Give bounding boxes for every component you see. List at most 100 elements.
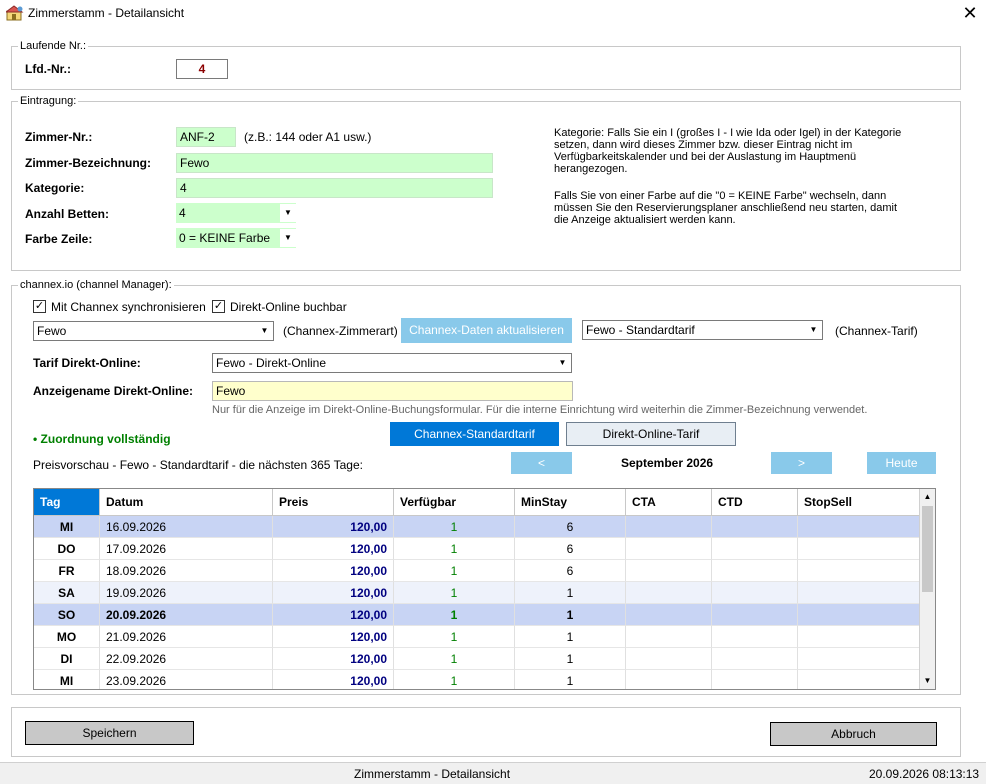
close-icon[interactable]: ✕ [958, 2, 982, 24]
table-row[interactable]: SO 20.09.2026 120,00 1 1 [34, 604, 920, 626]
anzahl-betten-select[interactable]: 4 ▼ [176, 203, 296, 223]
lfd-nr-field[interactable]: 4 [176, 59, 228, 79]
tarif-direkt-online-select[interactable]: Fewo - Direkt-Online ▼ [212, 353, 572, 373]
cell-datum[interactable]: 17.09.2026 [100, 538, 273, 560]
scroll-down-icon[interactable]: ▼ [920, 673, 935, 689]
cell-cta[interactable] [626, 582, 712, 604]
cell-datum[interactable]: 18.09.2026 [100, 560, 273, 582]
direkt-online-checkbox-label[interactable]: Direkt-Online buchbar [230, 300, 347, 314]
cell-tag[interactable]: DI [34, 648, 100, 670]
cell-verfuegbar[interactable]: 1 [394, 670, 515, 689]
cell-ctd[interactable] [712, 626, 798, 648]
chevron-down-icon[interactable]: ▼ [555, 355, 570, 371]
prev-month-button[interactable]: < [511, 452, 572, 474]
cell-datum[interactable]: 19.09.2026 [100, 582, 273, 604]
cell-stopsell[interactable] [798, 648, 920, 670]
cell-stopsell[interactable] [798, 560, 920, 582]
cell-cta[interactable] [626, 648, 712, 670]
direkt-online-checkbox[interactable]: ✓ [212, 300, 225, 313]
save-button[interactable]: Speichern [25, 721, 194, 745]
cell-tag[interactable]: MO [34, 626, 100, 648]
today-button[interactable]: Heute [867, 452, 936, 474]
cell-verfuegbar[interactable]: 1 [394, 582, 515, 604]
cell-cta[interactable] [626, 560, 712, 582]
cell-minstay[interactable]: 6 [515, 516, 626, 538]
cell-stopsell[interactable] [798, 538, 920, 560]
cell-stopsell[interactable] [798, 604, 920, 626]
column-header-datum[interactable]: Datum [100, 489, 273, 516]
column-header-ctd[interactable]: CTD [712, 489, 798, 516]
cell-tag[interactable]: MI [34, 670, 100, 689]
cell-minstay[interactable]: 1 [515, 626, 626, 648]
zimmer-nr-field[interactable]: ANF-2 [176, 127, 236, 147]
cell-datum[interactable]: 21.09.2026 [100, 626, 273, 648]
next-month-button[interactable]: > [771, 452, 832, 474]
cancel-button[interactable]: Abbruch [770, 722, 937, 746]
cell-stopsell[interactable] [798, 582, 920, 604]
table-row[interactable]: DO 17.09.2026 120,00 1 6 [34, 538, 920, 560]
table-row[interactable]: MO 21.09.2026 120,00 1 1 [34, 626, 920, 648]
zimmer-bezeichnung-field[interactable]: Fewo [176, 153, 493, 173]
cell-cta[interactable] [626, 604, 712, 626]
column-header-tag[interactable]: Tag [34, 489, 100, 516]
cell-minstay[interactable]: 1 [515, 648, 626, 670]
cell-verfuegbar[interactable]: 1 [394, 560, 515, 582]
table-row[interactable]: FR 18.09.2026 120,00 1 6 [34, 560, 920, 582]
cell-tag[interactable]: DO [34, 538, 100, 560]
channex-tarif-select[interactable]: Fewo - Standardtarif ▼ [582, 320, 823, 340]
column-header-minstay[interactable]: MinStay [515, 489, 626, 516]
cell-cta[interactable] [626, 516, 712, 538]
farbe-zeile-select[interactable]: 0 = KEINE Farbe ▼ [176, 228, 296, 248]
scroll-up-icon[interactable]: ▲ [920, 489, 935, 505]
cell-ctd[interactable] [712, 670, 798, 689]
column-header-preis[interactable]: Preis [273, 489, 394, 516]
sync-checkbox[interactable]: ✓ [33, 300, 46, 313]
cell-minstay[interactable]: 6 [515, 560, 626, 582]
cell-preis[interactable]: 120,00 [273, 582, 394, 604]
cell-cta[interactable] [626, 626, 712, 648]
cell-tag[interactable]: SO [34, 604, 100, 626]
grid-scrollbar[interactable]: ▲ ▼ [919, 489, 935, 689]
cell-minstay[interactable]: 1 [515, 604, 626, 626]
cell-verfuegbar[interactable]: 1 [394, 516, 515, 538]
cell-ctd[interactable] [712, 538, 798, 560]
cell-verfuegbar[interactable]: 1 [394, 604, 515, 626]
cell-stopsell[interactable] [798, 626, 920, 648]
cell-ctd[interactable] [712, 516, 798, 538]
cell-preis[interactable]: 120,00 [273, 670, 394, 689]
table-row[interactable]: MI 23.09.2026 120,00 1 1 [34, 670, 920, 689]
cell-datum[interactable]: 16.09.2026 [100, 516, 273, 538]
cell-preis[interactable]: 120,00 [273, 538, 394, 560]
cell-verfuegbar[interactable]: 1 [394, 626, 515, 648]
cell-ctd[interactable] [712, 604, 798, 626]
tab-direkt-online-tarif[interactable]: Direkt-Online-Tarif [566, 422, 736, 446]
cell-minstay[interactable]: 1 [515, 582, 626, 604]
kategorie-field[interactable]: 4 [176, 178, 493, 198]
price-preview-grid[interactable]: Tag Datum Preis Verfügbar MinStay CTA CT… [33, 488, 936, 690]
cell-preis[interactable]: 120,00 [273, 604, 394, 626]
chevron-down-icon[interactable]: ▼ [806, 322, 821, 338]
table-row[interactable]: DI 22.09.2026 120,00 1 1 [34, 648, 920, 670]
cell-preis[interactable]: 120,00 [273, 626, 394, 648]
cell-tag[interactable]: MI [34, 516, 100, 538]
cell-stopsell[interactable] [798, 670, 920, 689]
column-header-cta[interactable]: CTA [626, 489, 712, 516]
cell-preis[interactable]: 120,00 [273, 516, 394, 538]
table-row[interactable]: SA 19.09.2026 120,00 1 1 [34, 582, 920, 604]
cell-cta[interactable] [626, 538, 712, 560]
cell-verfuegbar[interactable]: 1 [394, 538, 515, 560]
channex-refresh-button[interactable]: Channex-Daten aktualisieren [401, 318, 572, 343]
anzeigename-field[interactable]: Fewo [212, 381, 573, 401]
column-header-stopsell[interactable]: StopSell [798, 489, 920, 516]
cell-datum[interactable]: 20.09.2026 [100, 604, 273, 626]
cell-tag[interactable]: FR [34, 560, 100, 582]
sync-checkbox-label[interactable]: Mit Channex synchronisieren [51, 300, 206, 314]
cell-ctd[interactable] [712, 560, 798, 582]
chevron-down-icon[interactable]: ▼ [280, 204, 296, 222]
cell-ctd[interactable] [712, 648, 798, 670]
cell-minstay[interactable]: 6 [515, 538, 626, 560]
tab-channex-standardtarif[interactable]: Channex-Standardtarif [390, 422, 559, 446]
column-header-verfuegbar[interactable]: Verfügbar [394, 489, 515, 516]
cell-preis[interactable]: 120,00 [273, 648, 394, 670]
cell-verfuegbar[interactable]: 1 [394, 648, 515, 670]
